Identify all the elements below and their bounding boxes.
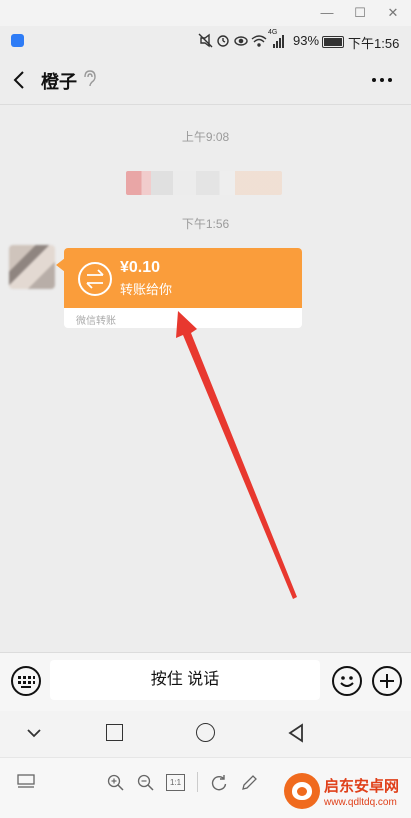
status-bar: 4G 93% 下午1:56 <box>0 26 411 56</box>
network-type: 4G <box>268 29 278 36</box>
watermark-brand: 启东安卓网 <box>324 778 400 795</box>
maximize-button[interactable]: ☐ <box>351 4 369 22</box>
window-title-bar <box>0 0 411 26</box>
contact-name[interactable]: 橙子 <box>41 68 77 94</box>
actual-size-button[interactable]: 1:1 <box>166 774 185 791</box>
watermark: 启东安卓网 www.qdltdq.com <box>284 771 411 817</box>
zoom-in-icon[interactable] <box>107 774 125 792</box>
toolbar-divider <box>197 772 198 792</box>
transfer-arrows-icon <box>78 262 112 296</box>
close-button[interactable]: ✕ <box>384 4 402 22</box>
battery-icon <box>322 36 344 48</box>
transfer-card-body: ¥0.10 转账给你 <box>64 248 302 308</box>
rotate-icon[interactable] <box>210 774 228 792</box>
watermark-logo <box>284 773 320 809</box>
transfer-footer: 微信转账 <box>76 316 116 327</box>
transfer-caption: 转账给你 <box>120 282 173 297</box>
plus-icon[interactable] <box>372 666 402 696</box>
watermark-url: www.qdltdq.com <box>324 797 397 808</box>
ear-icon <box>84 70 96 87</box>
more-options-icon[interactable] <box>372 78 392 82</box>
status-time: 下午1:56 <box>348 36 400 51</box>
minimize-button[interactable]: — <box>318 4 336 22</box>
chevron-down-icon[interactable] <box>26 727 42 739</box>
recents-square-icon[interactable] <box>106 724 123 741</box>
edit-pencil-icon[interactable] <box>240 774 258 792</box>
blurred-system-message <box>126 171 282 195</box>
message-timestamp: 下午1:56 <box>181 217 230 231</box>
emoji-icon[interactable] <box>332 666 362 696</box>
chat-header: 橙子 <box>0 56 411 105</box>
keyboard-icon[interactable] <box>11 666 41 696</box>
home-circle-icon[interactable] <box>196 723 215 742</box>
message-timestamp: 上午9:08 <box>181 130 230 144</box>
battery-percent: 93% <box>293 33 320 48</box>
app-shield-icon <box>11 34 24 47</box>
red-annotation-arrow <box>176 311 297 599</box>
transfer-amount: ¥0.10 <box>120 259 161 276</box>
hold-to-talk-button[interactable]: 按住 说话 <box>50 660 320 700</box>
zoom-out-icon[interactable] <box>137 774 155 792</box>
fit-screen-icon[interactable] <box>17 774 35 790</box>
back-arrow-icon[interactable] <box>12 70 26 90</box>
back-triangle-icon[interactable] <box>287 723 305 743</box>
avatar[interactable] <box>9 245 55 289</box>
